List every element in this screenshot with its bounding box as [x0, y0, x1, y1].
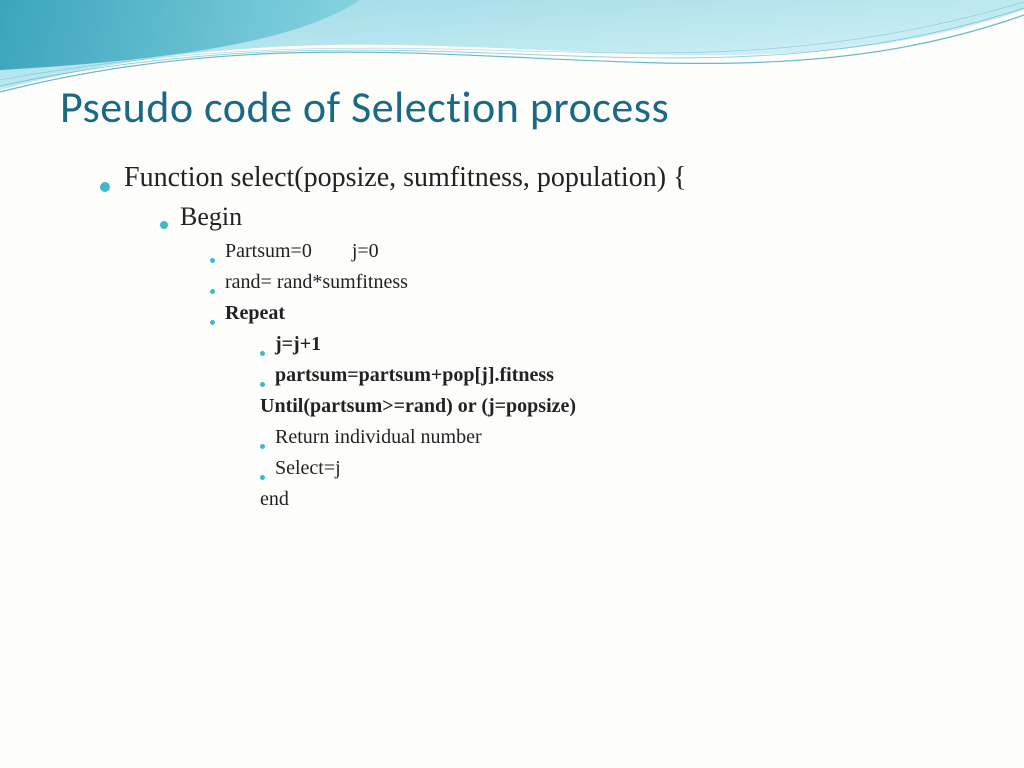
bullet-icon	[260, 444, 265, 449]
bullet-icon	[210, 289, 215, 294]
bullet-l3: Partsum=0 j=0	[210, 240, 964, 263]
text-l1: Function select(popsize, sumfitness, pop…	[124, 162, 686, 194]
text-l9: Return individual number	[275, 426, 482, 449]
text-l8: Until(partsum>=rand) or (j=popsize)	[260, 395, 576, 418]
bullet-icon	[100, 182, 110, 192]
bullet-icon	[260, 475, 265, 480]
line-l8: Until(partsum>=rand) or (j=popsize)	[260, 395, 964, 418]
bullet-icon	[210, 320, 215, 325]
bullet-l2: Begin	[160, 202, 964, 232]
text-l5: Repeat	[225, 302, 285, 325]
slide-title: Pseudo code of Selection process	[60, 80, 964, 134]
line-l11: end	[260, 488, 964, 511]
bullet-icon	[160, 221, 168, 229]
bullet-l7: partsum=partsum+pop[j].fitness	[260, 364, 964, 387]
bullet-l6: j=j+1	[260, 333, 964, 356]
text-l7: partsum=partsum+pop[j].fitness	[275, 364, 554, 387]
bullet-l9: Return individual number	[260, 426, 964, 449]
text-l2: Begin	[180, 202, 242, 232]
text-l6: j=j+1	[275, 333, 321, 356]
text-l3: Partsum=0 j=0	[225, 240, 379, 263]
bullet-icon	[260, 351, 265, 356]
bullet-l10: Select=j	[260, 457, 964, 480]
text-l4: rand= rand*sumfitness	[225, 271, 408, 294]
bullet-l4: rand= rand*sumfitness	[210, 271, 964, 294]
text-l11: end	[260, 488, 289, 511]
bullet-icon	[260, 382, 265, 387]
bullet-icon	[210, 258, 215, 263]
bullet-l1: Function select(popsize, sumfitness, pop…	[100, 162, 964, 194]
text-l10: Select=j	[275, 457, 341, 480]
slide-content: Pseudo code of Selection process Functio…	[0, 0, 1024, 559]
bullet-l5: Repeat	[210, 302, 964, 325]
